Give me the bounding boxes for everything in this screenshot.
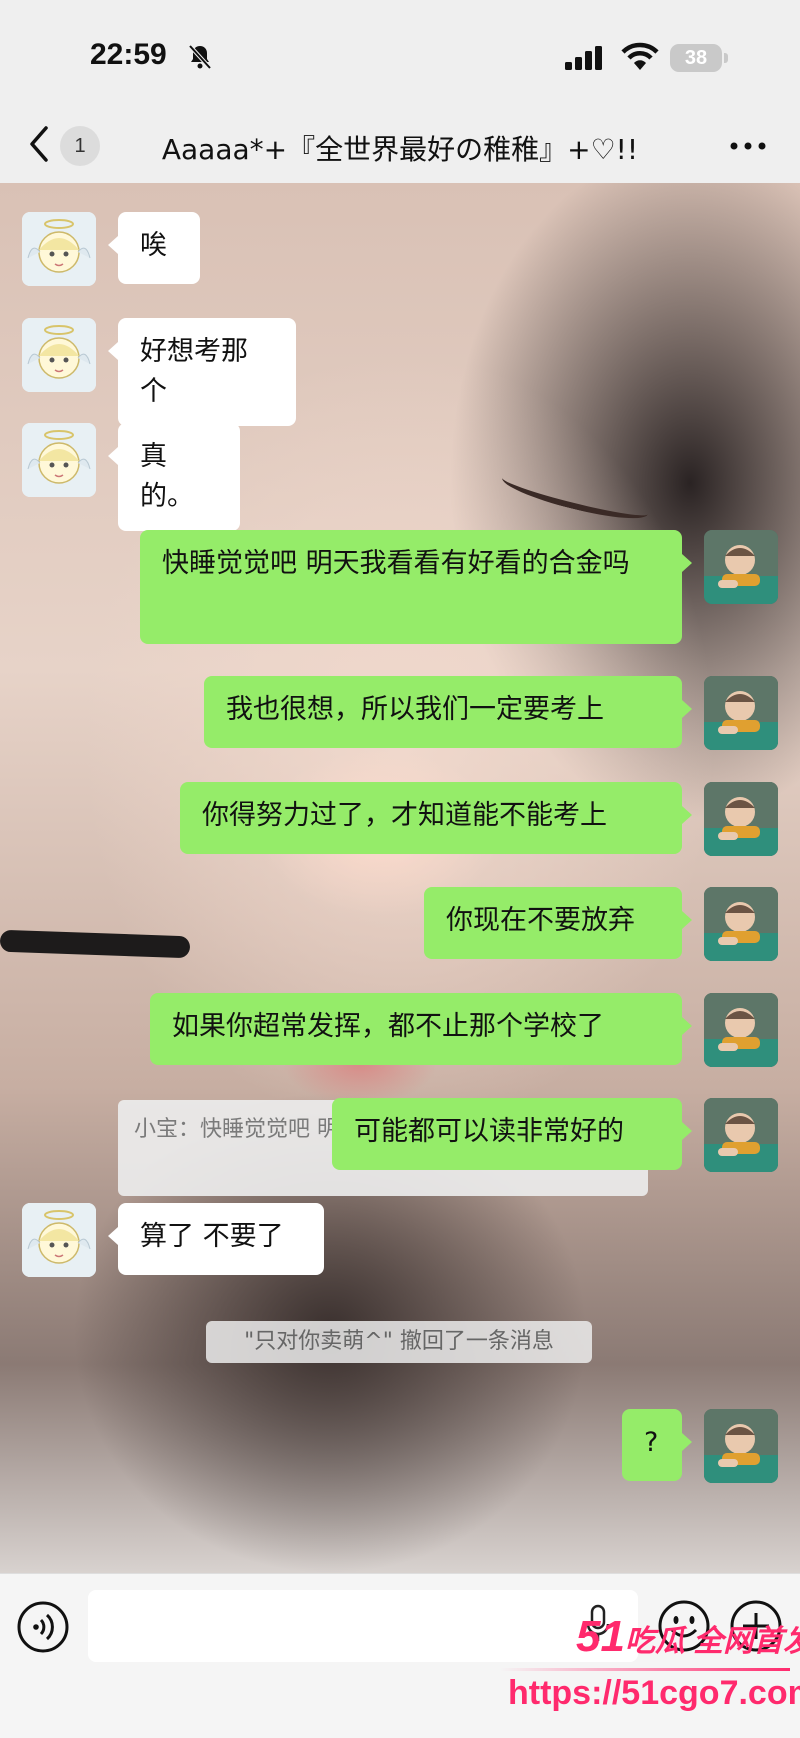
bell-muted-icon — [188, 44, 212, 70]
my-avatar[interactable] — [704, 676, 778, 750]
watermark-underline — [500, 1668, 790, 1671]
chevron-left-icon[interactable] — [26, 124, 52, 164]
more-dots-icon[interactable] — [728, 140, 768, 152]
nav-bar: 1 Aaaaa*+『全世界最好の稚稚』+♡!! — [0, 110, 800, 183]
chat-title: Aaaaa*+『全世界最好の稚稚』+♡!! — [161, 133, 639, 166]
recall-notice: "只对你卖萌^" 撤回了一条消息 — [206, 1321, 592, 1363]
my-avatar[interactable] — [704, 1409, 778, 1483]
my-avatar[interactable] — [704, 782, 778, 856]
outgoing-message-bubble[interactable]: ? — [622, 1409, 692, 1481]
unread-count-badge[interactable]: 1 — [60, 126, 100, 166]
status-bar: 22:59 38 — [0, 0, 800, 110]
outgoing-message-bubble[interactable]: 你得努力过了，才知道能不能考上 — [180, 782, 692, 854]
wifi-icon — [621, 42, 659, 70]
outgoing-message-bubble[interactable]: 我也很想，所以我们一定要考上 — [204, 676, 692, 748]
contact-avatar[interactable] — [22, 1203, 96, 1277]
my-avatar[interactable] — [704, 887, 778, 961]
quote-sender: 小宝： — [134, 1117, 201, 1142]
my-avatar[interactable] — [704, 1098, 778, 1172]
watermark-brand-text: 吃瓜 全网首发 — [624, 1625, 800, 1658]
watermark-brand: 51吃瓜 全网首发 — [576, 1612, 800, 1662]
watermark-url: https://51cgo7.com — [508, 1674, 800, 1712]
background-eye — [499, 465, 651, 527]
my-avatar[interactable] — [704, 993, 778, 1067]
status-time: 22:59 — [90, 38, 167, 71]
incoming-message-bubble[interactable]: 唉 — [108, 212, 200, 284]
battery-icon: 38 — [670, 44, 722, 72]
cellular-signal-icon — [565, 46, 602, 70]
outgoing-message-bubble[interactable]: 如果你超常发挥，都不止那个学校了 — [150, 993, 692, 1065]
contact-avatar[interactable] — [22, 212, 96, 286]
incoming-message-bubble[interactable]: 算了 不要了 — [108, 1203, 324, 1275]
voice-icon[interactable] — [16, 1600, 70, 1654]
battery-tip — [724, 53, 728, 63]
contact-avatar[interactable] — [22, 423, 96, 497]
outgoing-message-bubble[interactable]: 快睡觉觉吧 明天我看看有好看的合金吗 — [140, 530, 692, 644]
my-avatar[interactable] — [704, 530, 778, 604]
incoming-message-bubble[interactable]: 真的。 — [108, 423, 240, 531]
incoming-message-bubble[interactable]: 好想考那个 — [108, 318, 296, 426]
background-wristband — [0, 929, 191, 959]
contact-avatar[interactable] — [22, 318, 96, 392]
outgoing-message-bubble[interactable]: 你现在不要放弃 — [424, 887, 692, 959]
watermark-brand-num: 51 — [576, 1612, 625, 1661]
message-input[interactable] — [88, 1590, 638, 1662]
outgoing-message-bubble[interactable]: 可能都可以读非常好的 — [332, 1098, 692, 1170]
